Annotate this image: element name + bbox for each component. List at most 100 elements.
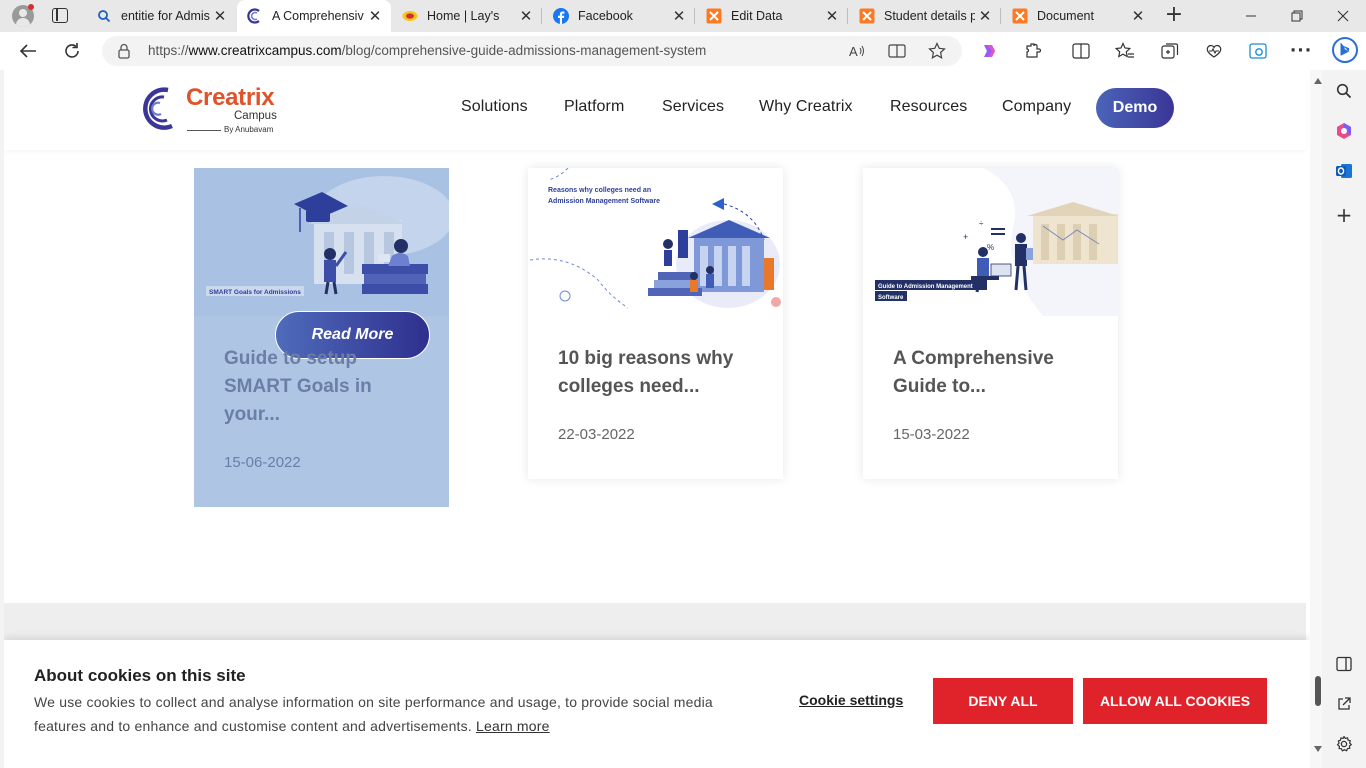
svg-text:Reasons why colleges need an: Reasons why colleges need an — [548, 187, 651, 194]
logo-subtitle: Campus — [234, 110, 277, 122]
close-icon[interactable]: ✕ — [1128, 7, 1148, 25]
svg-text:÷: ÷ — [979, 219, 984, 228]
card-date: 15-03-2022 — [893, 426, 970, 443]
blog-card-10-reasons[interactable]: Reasons why colleges need an Admission M… — [528, 168, 783, 479]
outlook-icon[interactable] — [1334, 161, 1354, 181]
nav-platform[interactable]: Platform — [564, 98, 624, 116]
svg-text:%: % — [987, 243, 994, 252]
bing-chat-icon[interactable] — [1330, 35, 1360, 65]
svg-text:Software: Software — [878, 295, 904, 301]
tab-title: A Comprehensiv — [272, 9, 364, 23]
cookie-settings-link[interactable]: Cookie settings — [799, 692, 903, 708]
close-icon[interactable]: ✕ — [210, 7, 230, 25]
office-icon[interactable] — [1334, 121, 1354, 141]
tab-separator — [541, 8, 542, 24]
svg-text:+: + — [963, 232, 968, 242]
search-icon — [96, 8, 112, 24]
tab-separator — [694, 8, 695, 24]
cookie-text: We use cookies to collect and analyse in… — [34, 694, 713, 734]
page-viewport: Creatrix Campus By Anubavam Solutions Pl… — [4, 70, 1322, 768]
scrollbar-thumb[interactable] — [1315, 676, 1321, 706]
lays-icon — [402, 8, 418, 24]
browser-tab[interactable]: Home | Lay's ✕ — [392, 0, 542, 32]
svg-text:Admission Management Software: Admission Management Software — [548, 198, 660, 205]
creatrix-icon — [247, 8, 263, 24]
close-icon[interactable]: ✕ — [975, 7, 995, 25]
card-title[interactable]: A Comprehensive Guide to... — [893, 345, 1093, 401]
edge-bar-icon[interactable] — [1245, 39, 1271, 63]
xampp-icon — [1012, 8, 1028, 24]
refresh-icon[interactable] — [59, 39, 85, 63]
smart-goals-illustration-icon: SMART Goals for Admissions — [194, 168, 449, 316]
browser-tab[interactable]: entitie for Admis ✕ — [86, 0, 236, 32]
settings-gear-icon[interactable] — [1334, 734, 1354, 754]
card-thumbnail: + ÷ % Guide to Admission Management Soft… — [863, 168, 1118, 316]
nav-services[interactable]: Services — [662, 98, 724, 116]
cookie-title: About cookies on this site — [34, 666, 246, 685]
creatrix-logo[interactable]: Creatrix Campus By Anubavam — [138, 84, 288, 140]
allow-all-cookies-button[interactable]: ALLOW ALL COOKIES — [1083, 678, 1267, 724]
learn-more-link[interactable]: Learn more — [476, 718, 550, 734]
tab-title: Document — [1037, 9, 1094, 23]
admission-guide-illustration-icon: + ÷ % Guide to Admission Management Soft… — [863, 168, 1118, 316]
blog-card-comprehensive-guide[interactable]: + ÷ % Guide to Admission Management Soft… — [863, 168, 1118, 479]
split-screen-icon[interactable] — [1068, 39, 1094, 63]
nav-why-creatrix[interactable]: Why Creatrix — [759, 98, 853, 116]
svg-text:SMART Goals for Admissions: SMART Goals for Admissions — [209, 289, 301, 296]
back-icon[interactable] — [15, 39, 41, 63]
tab-separator — [847, 8, 848, 24]
close-window-icon[interactable] — [1320, 0, 1366, 32]
copilot-extension-icon[interactable] — [976, 39, 1002, 63]
creatrix-logo-mark-icon — [143, 87, 173, 130]
close-icon[interactable]: ✕ — [822, 7, 842, 25]
performance-icon[interactable] — [1201, 39, 1227, 63]
page-scrollbar[interactable] — [1310, 70, 1322, 768]
tab-separator — [1000, 8, 1001, 24]
minimize-icon[interactable] — [1228, 0, 1274, 32]
browser-tab[interactable]: Document ✕ — [1002, 0, 1154, 32]
browser-tab-active[interactable]: A Comprehensiv ✕ — [237, 0, 391, 32]
browser-tab[interactable]: Edit Data ✕ — [696, 0, 848, 32]
more-options-icon[interactable]: ··· — [1288, 39, 1314, 63]
new-tab-icon[interactable]: + — [1162, 4, 1186, 28]
deny-all-button[interactable]: DENY ALL — [933, 678, 1073, 724]
svg-text:Guide to Admission Management: Guide to Admission Management — [878, 284, 973, 290]
address-bar[interactable]: https://www.creatrixcampus.com/blog/comp… — [102, 36, 962, 66]
restore-icon[interactable] — [1274, 0, 1320, 32]
browser-tab[interactable]: Student details p ✕ — [849, 0, 1001, 32]
close-icon[interactable]: ✕ — [669, 7, 689, 25]
card-title[interactable]: Guide to setup SMART Goals in your... — [224, 345, 424, 429]
hide-sidebar-icon[interactable] — [1334, 654, 1354, 674]
logo-divider — [187, 130, 221, 131]
nav-solutions[interactable]: Solutions — [461, 98, 528, 116]
lock-icon[interactable] — [118, 43, 130, 59]
tab-actions-icon[interactable] — [52, 8, 68, 23]
url-text: https://www.creatrixcampus.com/blog/comp… — [148, 43, 707, 58]
logo-byline: By Anubavam — [224, 125, 274, 134]
extensions-icon[interactable] — [1020, 39, 1046, 63]
xampp-icon — [706, 8, 722, 24]
svg-text:A: A — [849, 44, 858, 59]
browser-tab[interactable]: Facebook ✕ — [543, 0, 695, 32]
tab-title: entitie for Admis — [121, 9, 210, 23]
favorites-icon[interactable] — [1112, 39, 1138, 63]
close-icon[interactable]: ✕ — [365, 7, 385, 25]
scroll-down-icon[interactable] — [1314, 746, 1322, 752]
external-link-icon[interactable] — [1334, 694, 1354, 714]
demo-button[interactable]: Demo — [1096, 88, 1174, 128]
nav-resources[interactable]: Resources — [890, 98, 967, 116]
scroll-up-icon[interactable] — [1314, 78, 1322, 84]
add-sidebar-app-icon[interactable]: + — [1334, 203, 1354, 227]
favorite-star-icon[interactable] — [924, 39, 950, 63]
card-title[interactable]: 10 big reasons why colleges need... — [558, 345, 758, 401]
nav-company[interactable]: Company — [1002, 98, 1071, 116]
collections-icon[interactable] — [1157, 39, 1183, 63]
read-aloud-icon[interactable]: A — [844, 39, 870, 63]
blog-card-smart-goals[interactable]: SMART Goals for Admissions Read More Gui… — [194, 168, 449, 507]
site-header: Creatrix Campus By Anubavam Solutions Pl… — [4, 70, 1306, 150]
tab-title: Facebook — [578, 9, 633, 23]
search-icon[interactable] — [1334, 81, 1354, 101]
card-thumbnail: SMART Goals for Admissions — [194, 168, 449, 316]
close-icon[interactable]: ✕ — [516, 7, 536, 25]
immersive-reader-icon[interactable] — [884, 39, 910, 63]
